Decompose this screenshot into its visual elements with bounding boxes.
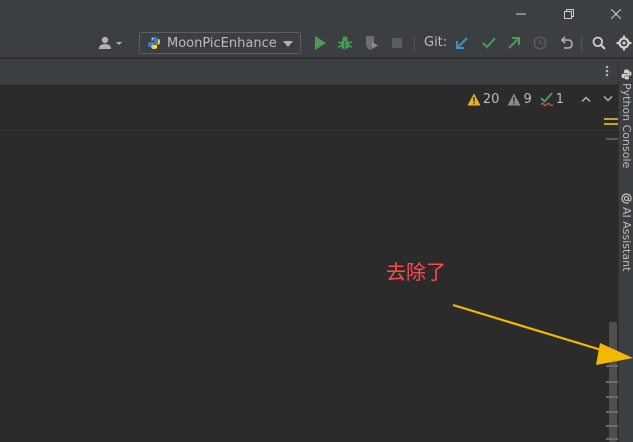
run-configuration-selector[interactable]: MoonPicEnhance — [139, 32, 301, 54]
clock-icon — [533, 36, 547, 50]
bug-icon — [337, 36, 353, 50]
typos-count[interactable]: 1 — [540, 92, 564, 107]
minimize-icon — [516, 13, 526, 15]
ai-assistant-tab-label: AI Assistant — [620, 207, 633, 272]
next-highlighted-error-button[interactable] — [600, 91, 616, 107]
stripe-marker[interactable] — [606, 396, 618, 398]
git-push-button[interactable] — [504, 33, 524, 53]
warning-marker[interactable] — [604, 123, 618, 125]
user-icon — [99, 36, 122, 49]
stop-icon — [392, 38, 402, 48]
coverage-button[interactable] — [361, 33, 381, 53]
warning-triangle-icon — [467, 93, 481, 105]
stripe-marker[interactable] — [606, 381, 618, 383]
minimize-button[interactable] — [509, 4, 533, 24]
title-bar — [0, 0, 633, 28]
typos-count-label: 1 — [555, 91, 564, 107]
stripe-marker[interactable] — [606, 425, 618, 427]
git-rollback-button[interactable] — [556, 33, 576, 53]
annotation-text: 去除了 — [386, 260, 446, 284]
stop-button[interactable] — [387, 33, 407, 53]
toolbar-separator — [581, 36, 582, 52]
restore-button[interactable] — [557, 4, 581, 24]
git-update-button[interactable] — [452, 33, 472, 53]
checkmark-icon — [482, 37, 496, 49]
python-icon — [621, 69, 632, 80]
run-configuration-label: MoonPicEnhance — [167, 35, 277, 51]
toolbar-separator — [414, 36, 415, 52]
debug-button[interactable] — [335, 33, 355, 53]
typo-check-icon — [540, 92, 554, 106]
arrow-up-right-icon — [508, 37, 520, 49]
warning-marker[interactable] — [604, 118, 618, 120]
previous-highlighted-error-button[interactable] — [578, 91, 594, 107]
more-vertical-icon[interactable] — [604, 64, 610, 78]
python-console-tab[interactable]: Python Console — [619, 69, 633, 168]
restore-icon — [564, 9, 574, 19]
main-toolbar: MoonPicEnhance Git: — [0, 28, 633, 58]
stripe-marker[interactable] — [606, 138, 618, 140]
settings-button[interactable] — [615, 33, 633, 53]
weak-warning-triangle-icon — [507, 93, 521, 105]
git-label: Git: — [424, 35, 448, 50]
stripe-marker[interactable] — [606, 411, 618, 413]
ai-assistant-tab[interactable]: AI Assistant — [619, 193, 633, 271]
weak-warnings-count[interactable]: 9 — [507, 91, 532, 107]
editor-divider — [0, 130, 618, 131]
account-button[interactable] — [97, 33, 125, 53]
chevron-down-icon — [283, 41, 293, 47]
search-everywhere-button[interactable] — [589, 33, 609, 53]
python-icon — [148, 37, 160, 49]
git-history-button[interactable] — [530, 33, 550, 53]
weak-warnings-count-label: 9 — [523, 91, 532, 107]
arrow-down-left-icon — [456, 37, 468, 49]
git-commit-button[interactable] — [479, 33, 499, 53]
chevron-up-icon — [581, 96, 591, 102]
coverage-shield-icon — [366, 36, 378, 50]
warnings-count-label: 20 — [482, 91, 500, 107]
python-console-tab-label: Python Console — [620, 83, 633, 169]
code-editor[interactable]: 20 9 1 — [0, 86, 618, 442]
warnings-count[interactable]: 20 — [467, 91, 500, 107]
play-icon — [315, 36, 326, 50]
search-icon — [592, 36, 606, 50]
close-icon — [611, 9, 621, 19]
close-window-button[interactable] — [604, 4, 628, 24]
undo-icon — [560, 36, 573, 49]
inspection-widget[interactable]: 20 9 1 — [467, 90, 616, 108]
stripe-marker[interactable] — [606, 438, 618, 440]
editor-tab-strip — [0, 59, 618, 85]
gear-icon — [616, 35, 632, 51]
run-button[interactable] — [310, 33, 330, 53]
at-icon — [621, 193, 632, 204]
chevron-down-icon — [603, 96, 613, 102]
stripe-marker[interactable] — [606, 365, 618, 367]
right-tool-window-bar: Python Console AI Assistant — [618, 59, 633, 442]
